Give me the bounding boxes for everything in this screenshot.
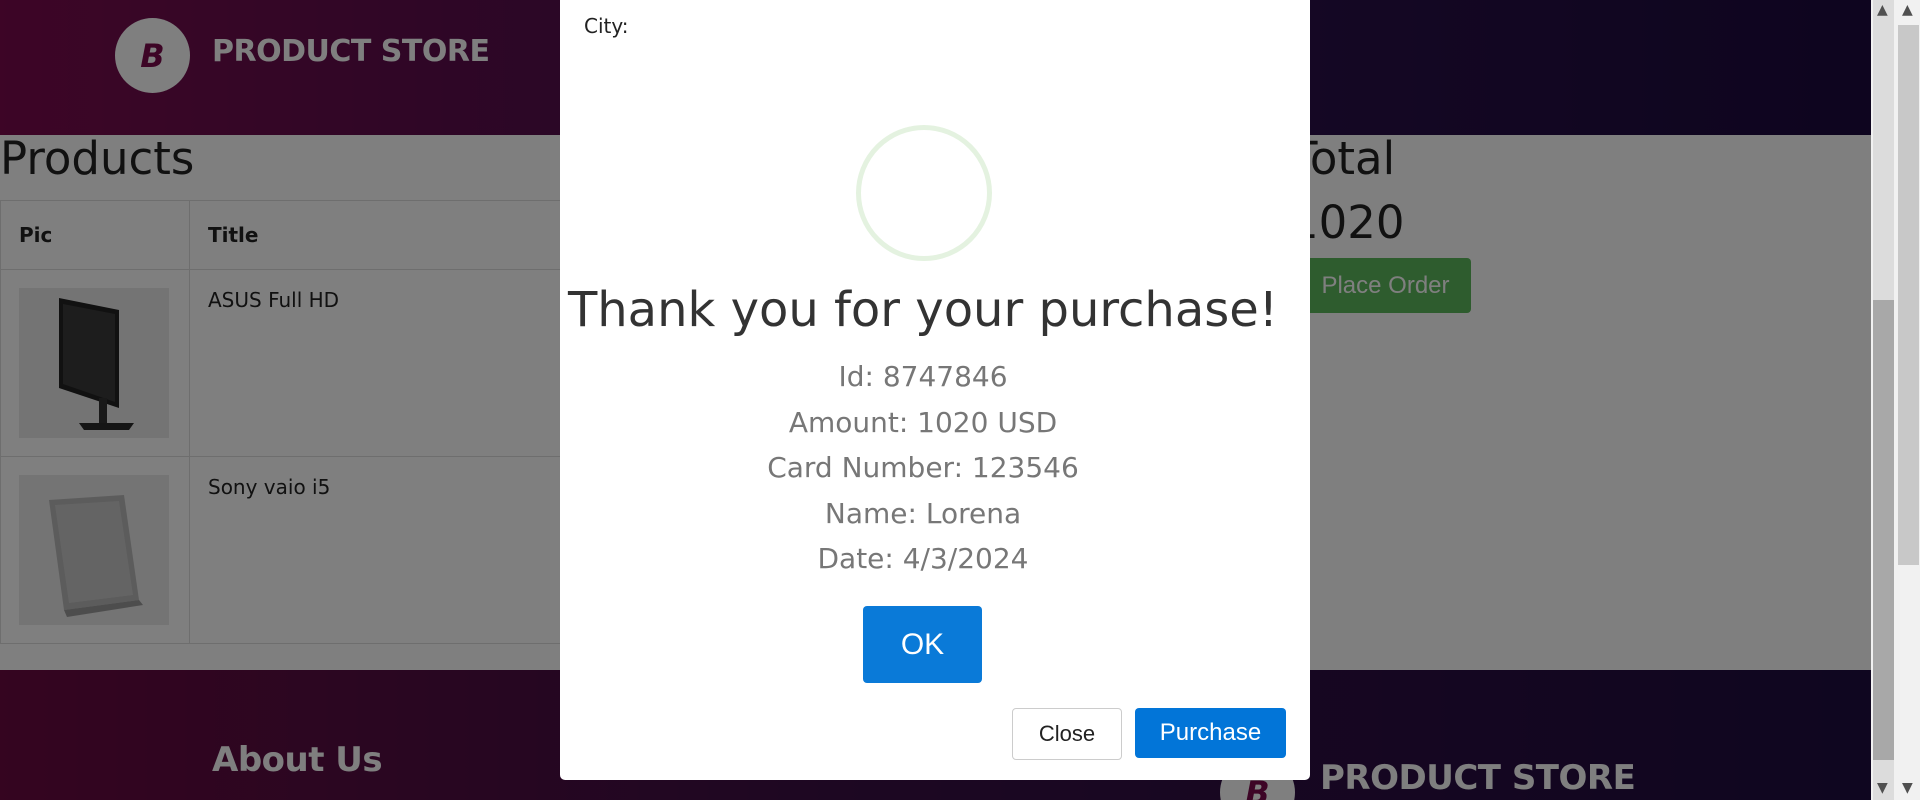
page: B PRODUCT STORE Products Total 1020 Plac… — [0, 0, 1871, 800]
purchase-button[interactable]: Purchase — [1135, 708, 1286, 758]
card-number-text: Card Number: 123546 — [767, 451, 1079, 484]
window-scroll-up-arrow-icon[interactable]: ▲ — [1902, 2, 1913, 18]
scroll-up-arrow-icon[interactable]: ▲ — [1877, 2, 1888, 18]
city-label: City: — [584, 14, 629, 38]
window-scroll-down-arrow-icon[interactable]: ▼ — [1902, 780, 1913, 796]
name-text: Name: Lorena — [824, 496, 1022, 530]
alert-details: Id: 8747846 Amount: 1020 USD Card Number… — [560, 354, 1286, 582]
alert-title: Thank you for your purchase! — [567, 282, 1279, 338]
purchase-confirmation-alert: Thank you for your purchase! Id: 8747846… — [560, 70, 1286, 705]
success-icon — [856, 125, 992, 261]
order-id-text: Id: 8747846 — [838, 360, 1008, 393]
close-button[interactable]: Close — [1012, 708, 1122, 760]
page-scrollbar-thumb[interactable] — [1873, 300, 1894, 760]
ok-button[interactable]: OK — [863, 606, 982, 683]
date-text: Date: 4/3/2024 — [817, 542, 1029, 575]
amount-text: Amount: 1020 USD — [788, 405, 1058, 439]
window-scrollbar-thumb[interactable] — [1898, 25, 1919, 565]
scroll-down-arrow-icon[interactable]: ▼ — [1877, 780, 1888, 796]
